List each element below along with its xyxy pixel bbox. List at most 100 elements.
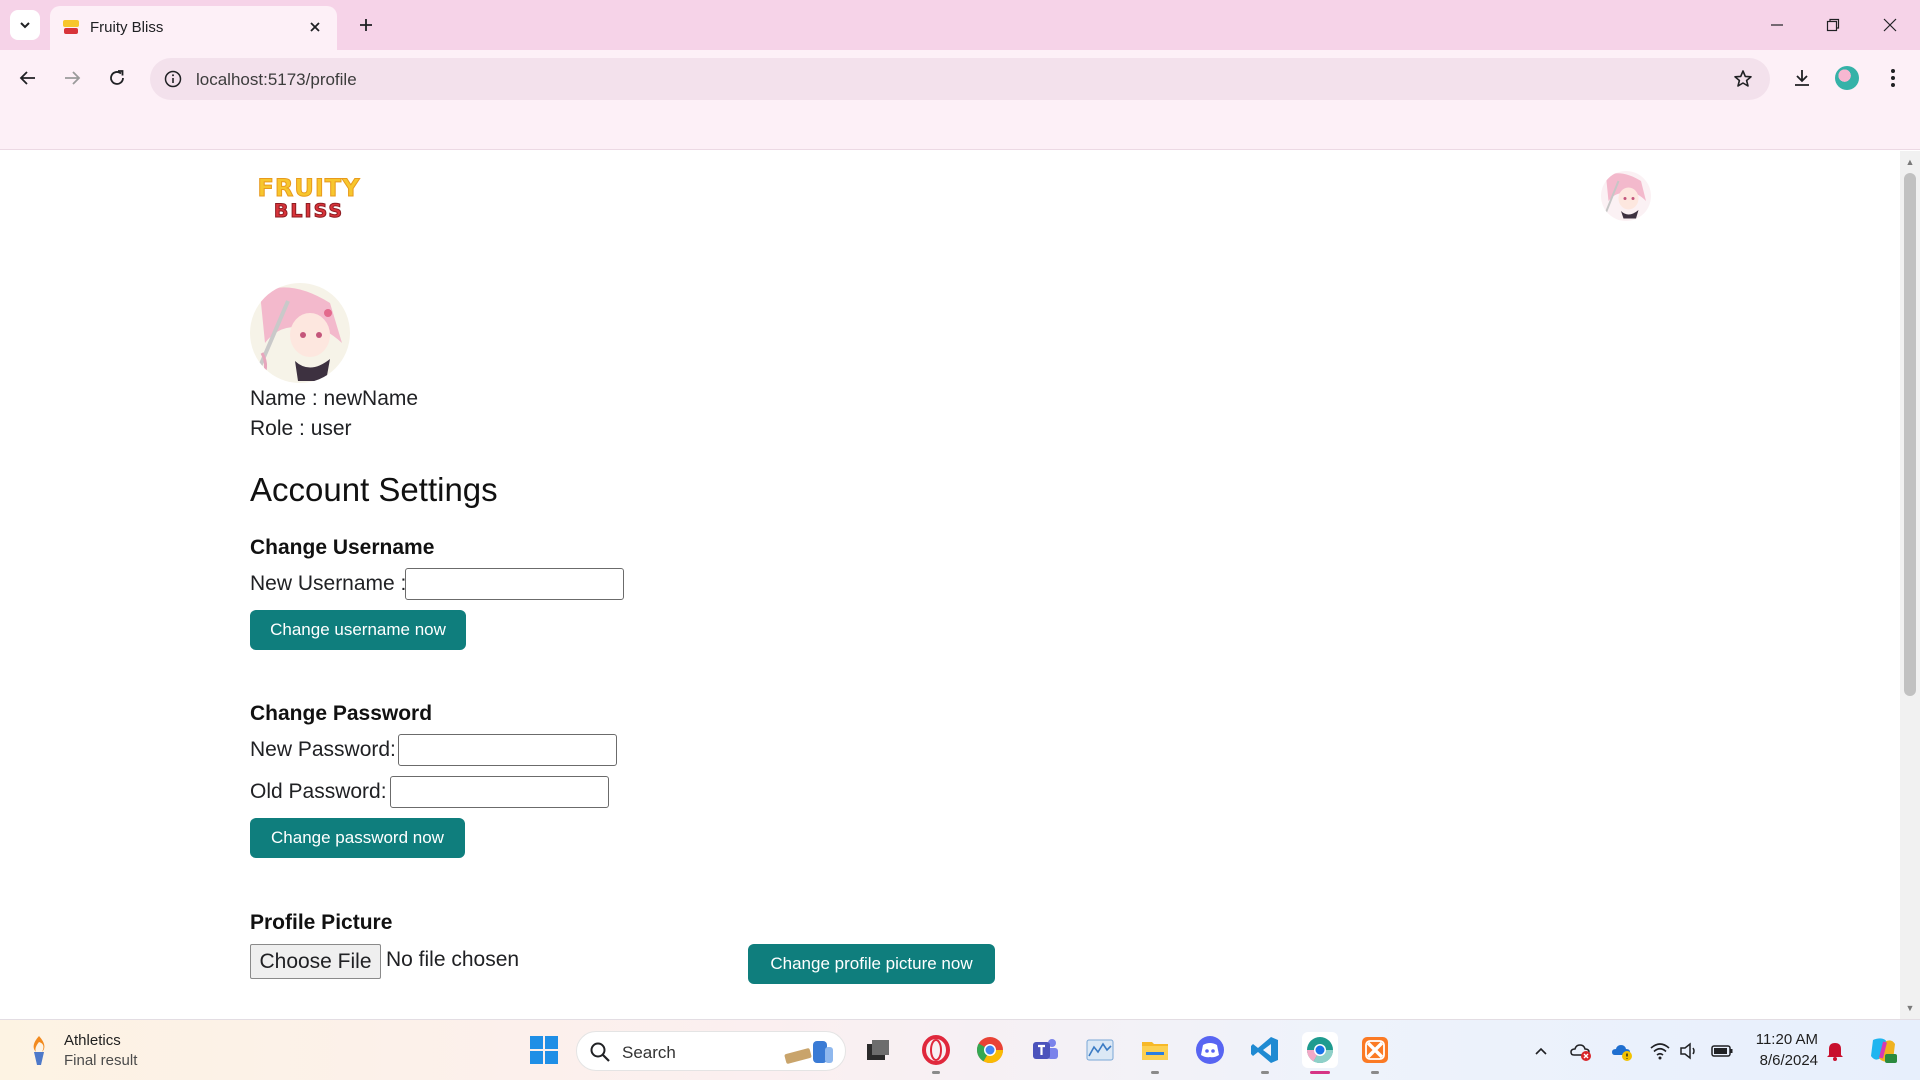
browser-profile-avatar [1835,66,1859,90]
address-bar[interactable]: localhost:5173/profile [150,58,1770,100]
old-password-input[interactable] [390,776,609,808]
search-placeholder: Search [622,1043,676,1062]
old-password-label: Old Password: [250,780,387,803]
chevron-up-icon [1535,1047,1547,1055]
browser-menu-button[interactable] [1877,62,1909,94]
profile-avatar [250,283,350,383]
battery-tray[interactable] [1710,1039,1734,1063]
taskbar-date[interactable]: 8/6/2024 [1752,1052,1818,1069]
new-password-input[interactable] [398,734,617,766]
discord-app[interactable] [1192,1032,1228,1068]
profile-role: Role : user [250,417,352,440]
search-icon [590,1042,610,1062]
tab-close-button[interactable] [305,17,325,37]
page-scrollbar[interactable]: ▲ ▼ [1900,151,1920,1019]
chrome-dev-app[interactable] [1302,1032,1338,1074]
scrollbar-thumb[interactable] [1904,173,1916,696]
volume-tray[interactable] [1677,1039,1701,1063]
xampp-icon [1362,1037,1388,1063]
copilot-icon [1871,1038,1897,1063]
new-username-input[interactable] [405,568,624,600]
logo-line-fruity: FRUITY [257,174,361,202]
running-indicator [932,1071,940,1074]
window-close-button[interactable] [1872,10,1908,40]
notifications-button[interactable] [1823,1039,1847,1063]
taskbar-search[interactable]: Search [576,1031,846,1071]
wifi-tray[interactable] [1648,1039,1672,1063]
chrome-dev-icon [1306,1037,1334,1064]
minimize-icon [1771,24,1783,26]
close-icon [1883,18,1897,32]
profile-name: Name : newName [250,387,419,410]
browser-tab-strip: Fruity Bliss [0,0,1920,50]
xampp-app[interactable] [1357,1032,1393,1074]
minimize-button[interactable] [1759,10,1795,40]
widget-subtitle[interactable]: Final result [64,1052,137,1069]
new-tab-button[interactable] [352,11,380,39]
logo-line-bliss: BLISS [273,200,345,223]
chevron-down-icon [20,22,30,29]
close-icon [310,22,320,32]
browser-tab-active[interactable]: Fruity Bliss [50,6,337,50]
change-profile-picture-button[interactable]: Change profile picture now [748,944,995,984]
restore-button[interactable] [1815,10,1851,40]
copilot-button[interactable] [1866,1033,1900,1067]
info-icon [164,70,182,88]
bookmark-button[interactable] [1732,68,1754,90]
reload-button[interactable] [101,62,133,94]
taskbar-time[interactable]: 11:20 AM [1752,1031,1818,1048]
cloud-warning-icon [1612,1045,1632,1061]
scroll-down-arrow-icon[interactable]: ▼ [1905,1003,1915,1013]
running-indicator-active [1310,1071,1330,1074]
downloads-button[interactable] [1786,62,1818,94]
fruity-bliss-logo[interactable]: FRUITY BLISS [250,175,368,227]
change-username-heading: Change Username [250,536,435,559]
cloud-error-icon [1570,1044,1591,1061]
search-highlight-icon [784,1041,833,1064]
torch-flame-icon[interactable] [24,1034,54,1066]
site-info-button[interactable] [162,68,184,90]
more-vertical-icon [1891,69,1895,87]
tab-search-button[interactable] [10,10,40,40]
back-button[interactable] [12,62,44,94]
change-username-button[interactable]: Change username now [250,610,466,650]
bell-icon [1827,1043,1843,1061]
anime-avatar-icon [1601,171,1651,221]
performance-app[interactable] [1082,1032,1118,1068]
file-status-text: No file chosen [386,948,520,971]
opera-app[interactable] [918,1032,954,1074]
opera-icon [922,1035,950,1065]
running-indicator [1151,1071,1159,1074]
reload-icon [110,70,124,85]
anime-avatar-icon [250,283,350,383]
change-password-button[interactable]: Change password now [250,818,465,858]
teams-icon [1033,1039,1058,1059]
onedrive-error-tray[interactable] [1569,1039,1593,1063]
header-avatar[interactable] [1601,171,1651,221]
chrome-app[interactable] [972,1032,1008,1068]
profile-button[interactable] [1831,62,1863,94]
task-view-app[interactable] [860,1032,896,1068]
forward-button[interactable] [56,62,88,94]
wifi-icon [1650,1043,1670,1060]
widget-title[interactable]: Athletics [64,1032,121,1049]
onedrive-warning-tray[interactable] [1610,1039,1634,1063]
battery-icon [1711,1045,1733,1057]
scroll-up-arrow-icon[interactable]: ▲ [1905,157,1915,167]
address-bar-url[interactable]: localhost:5173/profile [196,70,357,90]
file-explorer-app[interactable] [1137,1032,1173,1074]
arrow-left-icon [19,71,35,85]
tab-title: Fruity Bliss [90,19,164,36]
start-button[interactable] [526,1032,562,1068]
teams-app[interactable] [1027,1032,1063,1068]
discord-icon [1196,1036,1224,1064]
choose-file-button[interactable]: Choose File [250,944,381,979]
windows-logo-icon [530,1036,558,1064]
download-icon [1795,70,1809,86]
windows-taskbar: Athletics Final result Search 11:20 AM 8… [0,1019,1920,1080]
task-view-icon [867,1040,889,1060]
chrome-icon [976,1037,1004,1064]
show-hidden-icons-button[interactable] [1529,1039,1553,1063]
page-viewport: FRUITY BLISS Name : newName Role : user … [0,151,1900,1019]
vscode-app[interactable] [1247,1032,1283,1074]
